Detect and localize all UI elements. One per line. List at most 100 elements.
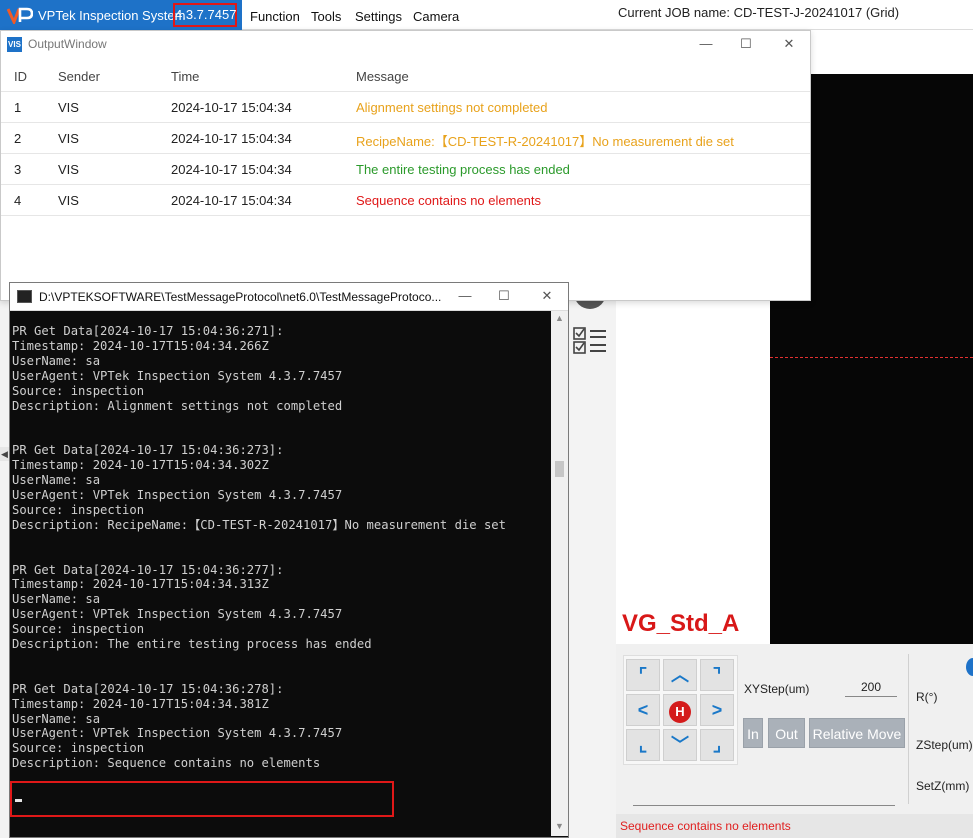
app-title: VPTek Inspection System	[38, 8, 186, 23]
console-line: Timestamp: 2024-10-17T15:04:34.313Z	[12, 577, 269, 592]
cell-time: 2024-10-17 15:04:34	[171, 193, 292, 208]
jog-down-left-button[interactable]: ⌞	[626, 729, 660, 761]
cell-message: RecipeName:【CD-TEST-R-20241017】No measur…	[356, 134, 734, 149]
console-line: Source: inspection	[12, 383, 145, 398]
xystep-label: XYStep(um)	[744, 682, 810, 696]
console-line: Description: Alignment settings not comp…	[12, 398, 343, 413]
minimize-icon[interactable]: —	[450, 285, 480, 307]
console-line: PR Get Data[2024-10-17 15:04:36:271]:	[12, 324, 284, 338]
console-line: UserAgent: VPTek Inspection System 4.3.7…	[12, 487, 343, 502]
vptek-logo	[7, 7, 33, 24]
cell-message: The entire testing process has ended	[356, 162, 570, 177]
cell-id: 1	[14, 100, 22, 115]
jog-up-left-button[interactable]: ⌜	[626, 659, 660, 691]
console-line: Description: RecipeName:【CD-TEST-R-20241…	[12, 517, 506, 532]
console-line: UserAgent: VPTek Inspection System 4.3.7…	[12, 607, 343, 622]
table-header: ID Sender Time Message	[1, 61, 810, 92]
output-window-titlebar[interactable]: VIS OutputWindow — ☐ ✕	[1, 31, 810, 58]
jog-pad: ⌜ ︿ ⌝ < H > ⌞ ﹀ ⌟	[623, 655, 738, 765]
maximize-icon[interactable]: ☐	[731, 33, 761, 55]
checklist-icon[interactable]	[573, 326, 609, 356]
crosshair-line	[770, 357, 973, 358]
console-line: UserAgent: VPTek Inspection System 4.3.7…	[12, 368, 343, 383]
cell-time: 2024-10-17 15:04:34	[171, 100, 292, 115]
console-line: Source: inspection	[12, 741, 145, 756]
r-label: R(°)	[916, 690, 938, 704]
out-button[interactable]: Out	[768, 718, 805, 748]
menu-settings[interactable]: Settings	[355, 9, 402, 24]
console-line: UserName: sa	[12, 592, 101, 607]
console-titlebar[interactable]: D:\VPTEKSOFTWARE\TestMessageProtocol\net…	[10, 283, 568, 311]
column-header-message[interactable]: Message	[356, 69, 409, 84]
console-line: UserName: sa	[12, 353, 101, 368]
close-icon[interactable]: ✕	[774, 33, 804, 55]
console-line: Description: Sequence contains no elemen…	[12, 756, 321, 771]
home-icon: H	[669, 701, 691, 723]
console-line: UserName: sa	[12, 473, 101, 488]
column-header-id[interactable]: ID	[14, 69, 27, 84]
console-app-icon	[17, 290, 32, 303]
maximize-icon[interactable]: ☐	[489, 285, 519, 307]
console-line: Description: The entire testing process …	[12, 637, 372, 652]
jog-down-right-button[interactable]: ⌟	[700, 729, 734, 761]
status-bar: Sequence contains no elements	[616, 814, 973, 838]
relative-move-button[interactable]: Relative Move	[809, 718, 905, 748]
info-panel	[616, 300, 770, 644]
jog-home-button[interactable]: H	[663, 694, 697, 726]
console-line: Timestamp: 2024-10-17T15:04:34.266Z	[12, 338, 269, 353]
cell-message: Sequence contains no elements	[356, 193, 542, 208]
cell-time: 2024-10-17 15:04:34	[171, 162, 292, 177]
column-header-time[interactable]: Time	[171, 69, 199, 84]
minimize-icon[interactable]: —	[691, 33, 721, 55]
text-cursor	[15, 799, 22, 802]
console-line: Timestamp: 2024-10-17T15:04:34.381Z	[12, 696, 269, 711]
console-input-highlight[interactable]	[10, 781, 394, 817]
menu-tools[interactable]: Tools	[311, 9, 341, 24]
jog-left-button[interactable]: <	[626, 694, 660, 726]
cell-id: 2	[14, 131, 22, 146]
app-header: VPTek Inspection System 4.3.7.7457	[0, 0, 242, 30]
console-line: PR Get Data[2024-10-17 15:04:36:277]:	[12, 562, 284, 577]
scroll-down-icon[interactable]: ▼	[555, 821, 564, 831]
menu-camera[interactable]: Camera	[413, 9, 459, 24]
in-button[interactable]: In	[743, 718, 763, 748]
console-window: D:\VPTEKSOFTWARE\TestMessageProtocol\net…	[9, 282, 569, 838]
cell-sender: VIS	[58, 131, 79, 146]
xystep-input[interactable]: 200	[845, 680, 897, 697]
console-line: PR Get Data[2024-10-17 15:04:36:278]:	[12, 681, 284, 696]
console-line: PR Get Data[2024-10-17 15:04:36:273]:	[12, 443, 284, 458]
console-scrollbar[interactable]: ▲ ▼	[551, 311, 568, 836]
cell-id: 4	[14, 193, 22, 208]
console-line: Source: inspection	[12, 622, 145, 637]
close-icon[interactable]: ✕	[532, 285, 562, 307]
console-line: Timestamp: 2024-10-17T15:04:34.302Z	[12, 458, 269, 473]
column-header-sender[interactable]: Sender	[58, 69, 100, 84]
current-job-label: Current JOB name: CD-TEST-J-20241017 (Gr…	[618, 5, 900, 20]
console-title: D:\VPTEKSOFTWARE\TestMessageProtocol\net…	[39, 290, 442, 304]
separator-line	[633, 805, 895, 806]
setz-label: SetZ(mm)	[916, 779, 970, 793]
jog-up-right-button[interactable]: ⌝	[700, 659, 734, 691]
jog-up-button[interactable]: ︿	[663, 659, 697, 691]
table-row[interactable]: 3 VIS 2024-10-17 15:04:34 The entire tes…	[1, 154, 810, 185]
jog-down-button[interactable]: ﹀	[663, 729, 697, 761]
jog-right-button[interactable]: >	[700, 694, 734, 726]
console-output[interactable]: PR Get Data[2024-10-17 15:04:36:271]: Tim…	[12, 324, 550, 824]
table-row[interactable]: 2 VIS 2024-10-17 15:04:34 RecipeName:【CD…	[1, 123, 810, 154]
table-row[interactable]: 1 VIS 2024-10-17 15:04:34 Alignment sett…	[1, 92, 810, 123]
collapse-arrow-icon[interactable]: ◀	[0, 447, 9, 461]
menu-function[interactable]: Function	[250, 9, 300, 24]
cell-sender: VIS	[58, 193, 79, 208]
info-icon[interactable]	[966, 658, 973, 676]
output-window: VIS OutputWindow — ☐ ✕ ID Sender Time Me…	[0, 30, 811, 301]
console-line: UserAgent: VPTek Inspection System 4.3.7…	[12, 726, 343, 741]
table-row[interactable]: 4 VIS 2024-10-17 15:04:34 Sequence conta…	[1, 185, 810, 216]
scroll-up-icon[interactable]: ▲	[555, 313, 564, 323]
vis-app-icon: VIS	[7, 37, 22, 52]
scrollbar-thumb[interactable]	[555, 461, 564, 477]
output-window-title: OutputWindow	[28, 37, 107, 51]
